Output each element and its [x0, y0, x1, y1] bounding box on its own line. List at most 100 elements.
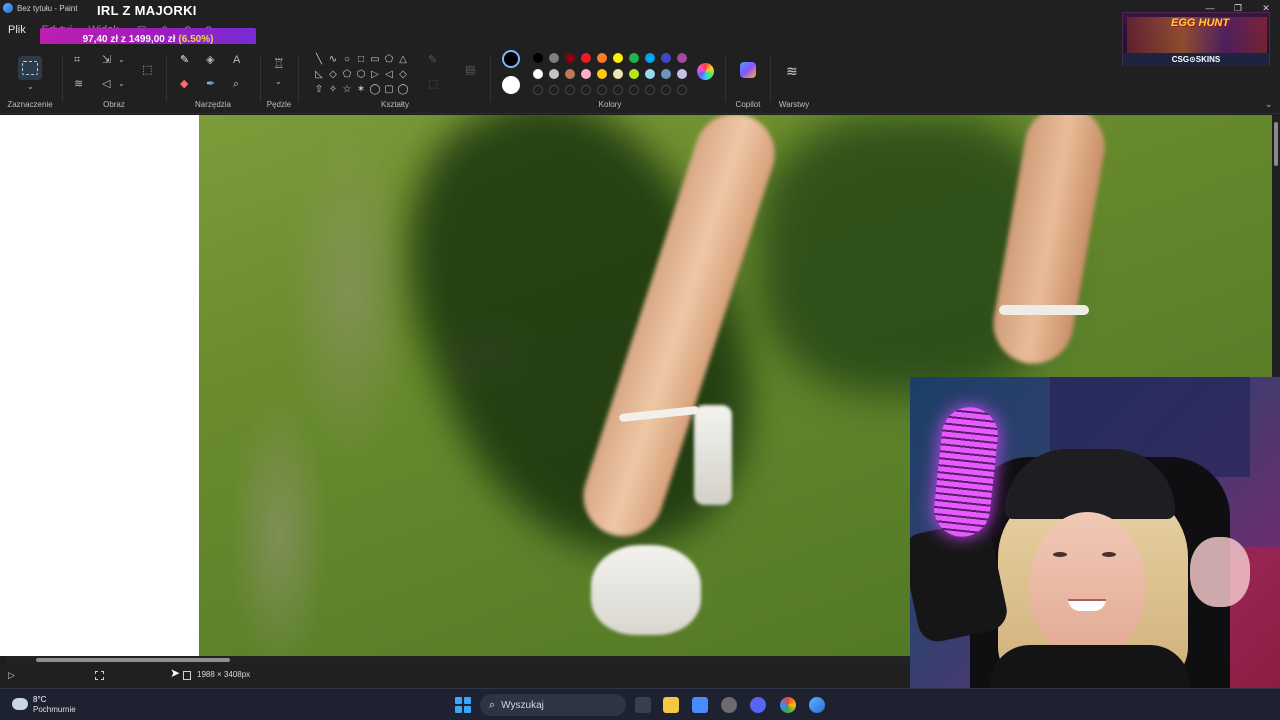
- horizontal-scrollbar[interactable]: [6, 656, 910, 664]
- image-select-icon[interactable]: ⬚: [142, 64, 152, 76]
- background-remove-icon[interactable]: ≋: [74, 78, 83, 90]
- chrome-icon[interactable]: [780, 697, 796, 713]
- shape-option-icon[interactable]: ⬠: [340, 67, 354, 82]
- shape-option-icon[interactable]: ◇: [396, 67, 410, 82]
- ribbon-divider: [298, 56, 299, 102]
- shape-option-icon[interactable]: ☆: [340, 82, 354, 97]
- brush-icon[interactable]: ♖: [273, 57, 285, 70]
- color-swatch[interactable]: [581, 53, 591, 63]
- ribbon-divider: [62, 56, 63, 102]
- magnifier-icon[interactable]: ⌕: [233, 78, 239, 90]
- horizontal-scroll-thumb[interactable]: [36, 658, 230, 662]
- layers-icon[interactable]: ≋: [786, 63, 798, 80]
- menu-file[interactable]: Plik: [0, 24, 34, 36]
- cloud-icon[interactable]: [12, 698, 28, 710]
- weather-description[interactable]: Pochmurnie: [33, 705, 76, 714]
- obs-icon[interactable]: [721, 697, 737, 713]
- webcam-person-face: [1030, 512, 1145, 657]
- size-icon[interactable]: ▤: [465, 64, 475, 76]
- canvas-blank-area[interactable]: [0, 115, 199, 656]
- crop-icon[interactable]: ⌗: [74, 54, 80, 66]
- color-swatch[interactable]: [661, 53, 671, 63]
- outline-icon[interactable]: ✎: [428, 54, 437, 66]
- shape-option-icon[interactable]: ○: [340, 52, 354, 67]
- custom-color-slot[interactable]: [597, 85, 607, 95]
- color-swatch[interactable]: [661, 69, 671, 79]
- shape-option-icon[interactable]: ◯: [368, 82, 382, 97]
- shape-option-icon[interactable]: ◯: [396, 82, 410, 97]
- shape-option-icon[interactable]: ▭: [368, 52, 382, 67]
- color-swatch[interactable]: [613, 69, 623, 79]
- vertical-scrollbar[interactable]: [1274, 122, 1278, 166]
- color-swatch[interactable]: [677, 53, 687, 63]
- text-icon[interactable]: A: [233, 54, 240, 66]
- chevron-down-icon[interactable]: ⌄: [118, 78, 125, 90]
- color-swatch[interactable]: [565, 53, 575, 63]
- color-swatch[interactable]: [549, 53, 559, 63]
- custom-color-slot[interactable]: [677, 85, 687, 95]
- fill-bucket-icon[interactable]: ◈: [206, 54, 214, 66]
- color-swatch[interactable]: [613, 53, 623, 63]
- weather-temperature[interactable]: 8°C: [33, 695, 46, 704]
- color-swatch[interactable]: [565, 69, 575, 79]
- color-picker-icon[interactable]: ✒: [206, 78, 215, 90]
- fill-icon[interactable]: ⬚: [428, 78, 438, 90]
- color-swatch[interactable]: [629, 53, 639, 63]
- shape-option-icon[interactable]: ▷: [368, 67, 382, 82]
- color-swatch[interactable]: [533, 53, 543, 63]
- edit-colors-icon[interactable]: [697, 63, 714, 80]
- color-swatch[interactable]: [597, 53, 607, 63]
- taskbar-search[interactable]: ⌕ Wyszukaj: [480, 694, 626, 716]
- chevron-down-icon[interactable]: ⌄: [27, 81, 34, 93]
- color-swatch[interactable]: [645, 53, 655, 63]
- color-swatch[interactable]: [549, 69, 559, 79]
- eraser-icon[interactable]: ◆: [180, 78, 188, 90]
- shape-option-icon[interactable]: ✧: [326, 82, 340, 97]
- shape-option-icon[interactable]: ✶: [354, 82, 368, 97]
- shape-option-icon[interactable]: ∿: [326, 52, 340, 67]
- color-swatch[interactable]: [597, 69, 607, 79]
- custom-color-slot[interactable]: [565, 85, 575, 95]
- shape-option-icon[interactable]: △: [396, 52, 410, 67]
- ribbon-collapse-chevron-icon[interactable]: ⌄: [1265, 98, 1273, 110]
- color-swatch[interactable]: [677, 69, 687, 79]
- copilot-icon[interactable]: [740, 62, 756, 78]
- shape-option-icon[interactable]: ◁: [382, 67, 396, 82]
- task-view-icon[interactable]: [635, 697, 651, 713]
- rotate-icon[interactable]: ◁: [102, 78, 110, 90]
- start-button[interactable]: [455, 697, 471, 713]
- paint-taskbar-icon[interactable]: [809, 697, 825, 713]
- custom-color-slot[interactable]: [613, 85, 623, 95]
- color-swatch[interactable]: [533, 69, 543, 79]
- color-swatch[interactable]: [581, 69, 591, 79]
- image-size-label: 1988 × 3408px: [197, 670, 251, 679]
- file-explorer-icon[interactable]: [663, 697, 679, 713]
- shape-option-icon[interactable]: ◇: [326, 67, 340, 82]
- custom-color-slot[interactable]: [661, 85, 671, 95]
- custom-color-slot[interactable]: [549, 85, 559, 95]
- shape-option-icon[interactable]: □: [354, 52, 368, 67]
- discord-icon[interactable]: [750, 697, 766, 713]
- shape-option-icon[interactable]: ▢: [382, 82, 396, 97]
- pencil-icon[interactable]: ✎: [180, 54, 189, 66]
- shape-option-icon[interactable]: ◺: [312, 67, 326, 82]
- resize-icon[interactable]: ⇲: [102, 54, 111, 66]
- custom-color-slot[interactable]: [533, 85, 543, 95]
- color-swatch[interactable]: [645, 69, 655, 79]
- selection-tool-button[interactable]: [18, 56, 42, 80]
- secondary-color-swatch[interactable]: [502, 76, 520, 94]
- custom-color-slot[interactable]: [581, 85, 591, 95]
- shape-option-icon[interactable]: ╲: [312, 52, 326, 67]
- custom-color-slot[interactable]: [629, 85, 639, 95]
- shape-option-icon[interactable]: ⬠: [382, 52, 396, 67]
- ribbon-group-selection: ⌄ Zaznaczenie: [0, 44, 60, 114]
- chevron-down-icon[interactable]: ⌄: [275, 76, 282, 88]
- chevron-down-icon[interactable]: ⌄: [118, 54, 125, 66]
- shape-option-icon[interactable]: ⇧: [312, 82, 326, 97]
- custom-color-slot[interactable]: [645, 85, 655, 95]
- primary-color-swatch[interactable]: [502, 50, 520, 68]
- shape-option-icon[interactable]: ⬡: [354, 67, 368, 82]
- store-icon[interactable]: [692, 697, 708, 713]
- color-swatch[interactable]: [629, 69, 639, 79]
- group-label-colors: Kolory: [598, 100, 622, 109]
